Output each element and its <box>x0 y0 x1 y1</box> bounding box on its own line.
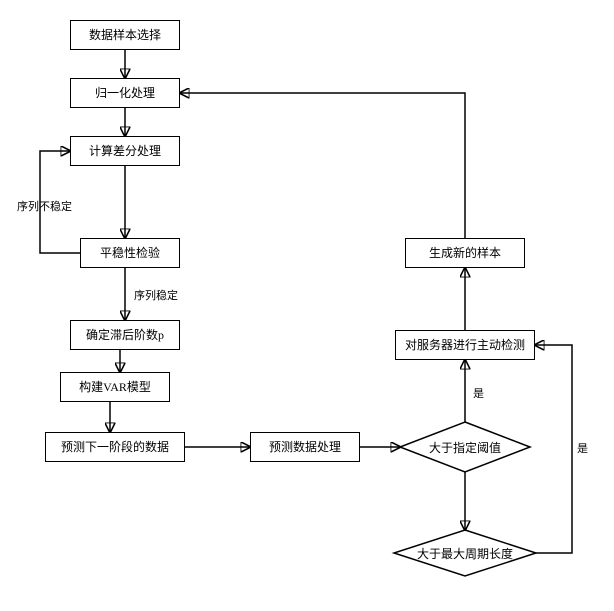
edges <box>0 0 614 611</box>
node-label: 大于最大周期长度 <box>413 545 517 562</box>
node-label: 大于指定阈值 <box>425 439 505 456</box>
flowchart-canvas: 数据样本选择 归一化处理 计算差分处理 平稳性检验 确定滞后阶数p 构建VAR模… <box>0 0 614 611</box>
